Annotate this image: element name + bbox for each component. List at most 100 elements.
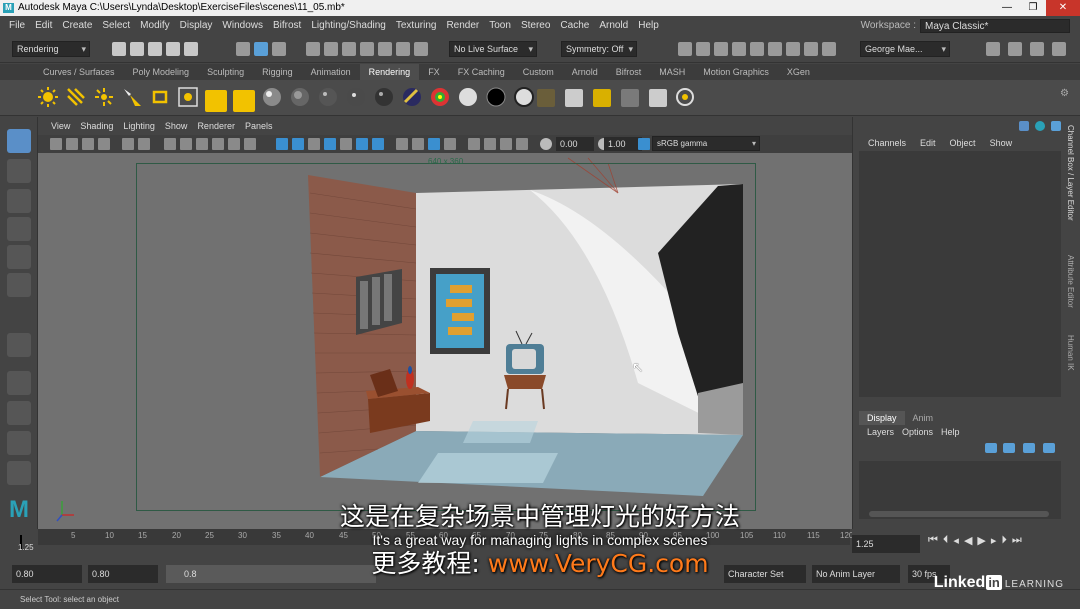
use-background-shader-icon[interactable]: [485, 86, 507, 108]
layer-tab-anim[interactable]: Anim: [905, 411, 942, 425]
hair-tube-shader-icon[interactable]: [513, 86, 535, 108]
viewport-menu-panels[interactable]: Panels: [240, 121, 278, 131]
paint-select-tool-icon[interactable]: [7, 189, 31, 213]
point-light-icon[interactable]: [93, 86, 115, 108]
shelf-tab-sculpting[interactable]: Sculpting: [198, 64, 253, 80]
ipr-render-icon[interactable]: [714, 42, 728, 56]
grease-pencil-icon[interactable]: [138, 138, 150, 150]
layer-tab-display[interactable]: Display: [859, 411, 905, 425]
use-all-lights-icon[interactable]: [356, 138, 368, 150]
menu-windows[interactable]: Windows: [217, 20, 268, 31]
camera-attributes-icon[interactable]: [66, 138, 78, 150]
go-to-end-icon[interactable]: ⏭: [1012, 534, 1022, 547]
xray-joints-icon[interactable]: [500, 138, 512, 150]
viewport-menu-renderer[interactable]: Renderer: [192, 121, 240, 131]
layer-menu-help[interactable]: Help: [937, 425, 964, 439]
snap-point-icon[interactable]: [342, 42, 356, 56]
render-settings-shelf-icon[interactable]: [565, 89, 583, 107]
play-backward-icon[interactable]: ◀: [964, 534, 972, 547]
viewport-menu-shading[interactable]: Shading: [75, 121, 118, 131]
snap-settings-icon[interactable]: [414, 42, 428, 56]
attribute-editor-toggle-icon[interactable]: [1008, 42, 1022, 56]
channel-menu-edit[interactable]: Edit: [913, 135, 943, 151]
playblast-icon[interactable]: [674, 86, 696, 108]
modeling-toolkit-icon[interactable]: [986, 42, 1000, 56]
menu-texturing[interactable]: Texturing: [391, 20, 442, 31]
film-gate-icon[interactable]: [180, 138, 192, 150]
phong-e-material-icon[interactable]: [345, 86, 367, 108]
safe-action-icon[interactable]: [244, 138, 256, 150]
anti-aliasing-icon[interactable]: [428, 138, 440, 150]
view-transform-dropdown[interactable]: sRGB gamma: [652, 136, 760, 151]
hypershade-icon[interactable]: [750, 42, 764, 56]
exposure-field[interactable]: 0.00: [556, 137, 594, 151]
color-management-icon[interactable]: [638, 138, 650, 150]
user-account-dropdown[interactable]: George Mae...: [860, 41, 950, 57]
shelf-tab-poly-modeling[interactable]: Poly Modeling: [124, 64, 199, 80]
show-manipulator-tool-icon[interactable]: [7, 333, 31, 357]
menu-render[interactable]: Render: [441, 20, 484, 31]
menu-toon[interactable]: Toon: [484, 20, 516, 31]
grid-icon[interactable]: [164, 138, 176, 150]
snap-surface-icon[interactable]: [378, 42, 392, 56]
range-slider[interactable]: 0.8: [166, 565, 376, 583]
light-editor-icon[interactable]: [822, 42, 836, 56]
menuset-dropdown[interactable]: Rendering: [12, 41, 90, 57]
shadows-icon[interactable]: [372, 138, 384, 150]
playback-start-field[interactable]: 0.80: [88, 565, 158, 583]
menu-cache[interactable]: Cache: [555, 20, 594, 31]
directional-light-icon[interactable]: [65, 86, 87, 108]
step-back-frame-icon[interactable]: ◂: [953, 534, 959, 547]
channel-menu-object[interactable]: Object: [943, 135, 983, 151]
four-view-layout-icon[interactable]: [7, 401, 31, 425]
menu-file[interactable]: File: [4, 20, 30, 31]
shelf-tab-bifrost[interactable]: Bifrost: [607, 64, 651, 80]
side-tab-attribute-editor[interactable]: Attribute Editor: [1066, 255, 1075, 308]
render-sequence-icon[interactable]: [696, 42, 710, 56]
spot-light-icon[interactable]: [121, 86, 143, 108]
menu-create[interactable]: Create: [57, 20, 97, 31]
smooth-shade-icon[interactable]: [292, 138, 304, 150]
channel-box-edit-icon[interactable]: [1051, 121, 1061, 131]
minimize-button[interactable]: —: [994, 0, 1020, 16]
go-to-start-icon[interactable]: ⏮: [928, 534, 938, 547]
new-scene-icon[interactable]: [112, 42, 126, 56]
ramp-shader-icon[interactable]: [429, 86, 451, 108]
redo-icon[interactable]: [184, 42, 198, 56]
shelf-tab-rendering[interactable]: Rendering: [359, 64, 420, 80]
time-slider-track[interactable]: 5 10 15 20 25 30 35 40 45 50 55 60 65 70 75 80 85 90 95 100…: [38, 529, 853, 545]
channel-box-toggle-icon[interactable]: [1052, 42, 1066, 56]
select-object-icon[interactable]: [254, 42, 268, 56]
menu-edit[interactable]: Edit: [30, 20, 57, 31]
channel-box-body[interactable]: [859, 151, 1061, 397]
play-forward-icon[interactable]: ▶: [977, 534, 985, 547]
hierarchy-icon[interactable]: [1019, 121, 1029, 131]
move-tool-icon[interactable]: [7, 217, 31, 241]
tool-settings-toggle-icon[interactable]: [1030, 42, 1044, 56]
volume-light-icon[interactable]: [177, 86, 199, 108]
select-component-icon[interactable]: [272, 42, 286, 56]
side-tab-channel-box[interactable]: Channel Box / Layer Editor: [1066, 125, 1075, 221]
shelf-tab-custom[interactable]: Custom: [514, 64, 563, 80]
depth-of-field-icon[interactable]: [444, 138, 456, 150]
viewport-menu-view[interactable]: View: [46, 121, 75, 131]
batch-render-icon[interactable]: [621, 89, 639, 107]
symmetry-dropdown[interactable]: Symmetry: Off: [561, 41, 637, 57]
xray-icon[interactable]: [484, 138, 496, 150]
move-layer-up-icon[interactable]: [985, 443, 997, 453]
ambient-light-icon[interactable]: [37, 86, 59, 108]
shelf-tab-animation[interactable]: Animation: [302, 64, 360, 80]
scale-tool-icon[interactable]: [7, 273, 31, 297]
current-frame-field[interactable]: 1.25: [852, 535, 920, 553]
screen-space-ambient-occlusion-icon[interactable]: [396, 138, 408, 150]
layer-menu-options[interactable]: Options: [898, 425, 937, 439]
side-tab-human-ik[interactable]: Human IK: [1066, 335, 1075, 371]
two-d-pan-zoom-icon[interactable]: [122, 138, 134, 150]
isolate-select-icon[interactable]: [468, 138, 480, 150]
move-layer-down-icon[interactable]: [1003, 443, 1015, 453]
info-icon[interactable]: [1035, 121, 1045, 131]
step-back-key-icon[interactable]: ⏴: [943, 534, 949, 547]
texture-icon[interactable]: [537, 89, 555, 107]
menu-modify[interactable]: Modify: [135, 20, 174, 31]
exposure-icon[interactable]: [540, 138, 552, 150]
